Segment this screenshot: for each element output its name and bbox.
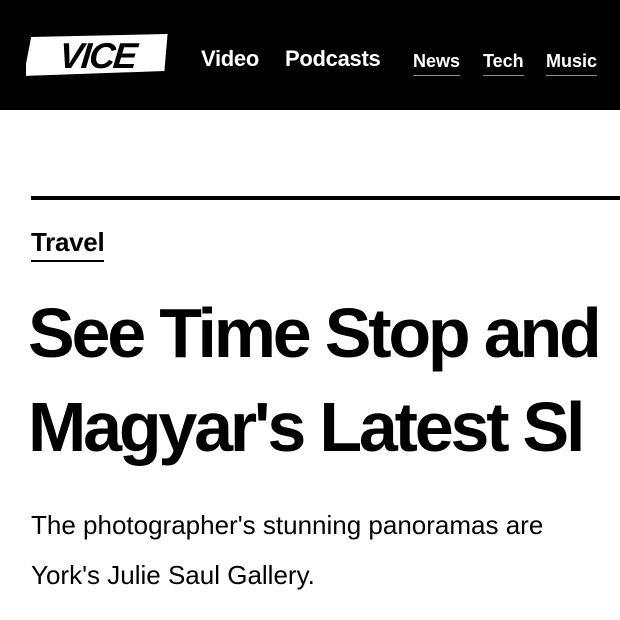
nav-podcasts[interactable]: Podcasts [285, 45, 381, 73]
headline-line: Magyar's Latest Sl [28, 388, 585, 466]
category-link[interactable]: Travel [31, 226, 105, 262]
nav-tech[interactable]: Tech [483, 50, 524, 76]
dek-line: The photographer's stunning panoramas ar… [31, 510, 544, 540]
nav-video[interactable]: Video [201, 45, 259, 73]
nav-music[interactable]: Music [546, 50, 598, 76]
dek-line: York's Julie Saul Gallery. [31, 560, 315, 590]
svg-text:VICE: VICE [57, 35, 140, 76]
article-dek: The photographer's stunning panoramas ar… [31, 500, 620, 600]
site-header: VICE Video Podcasts News Tech Music [0, 0, 620, 110]
nav-news[interactable]: News [413, 50, 461, 76]
section-divider [31, 196, 620, 200]
vice-logo[interactable]: VICE [26, 31, 174, 79]
article-headline: See Time Stop and Magyar's Latest Sl [28, 286, 620, 474]
headline-line: See Time Stop and [28, 294, 602, 372]
